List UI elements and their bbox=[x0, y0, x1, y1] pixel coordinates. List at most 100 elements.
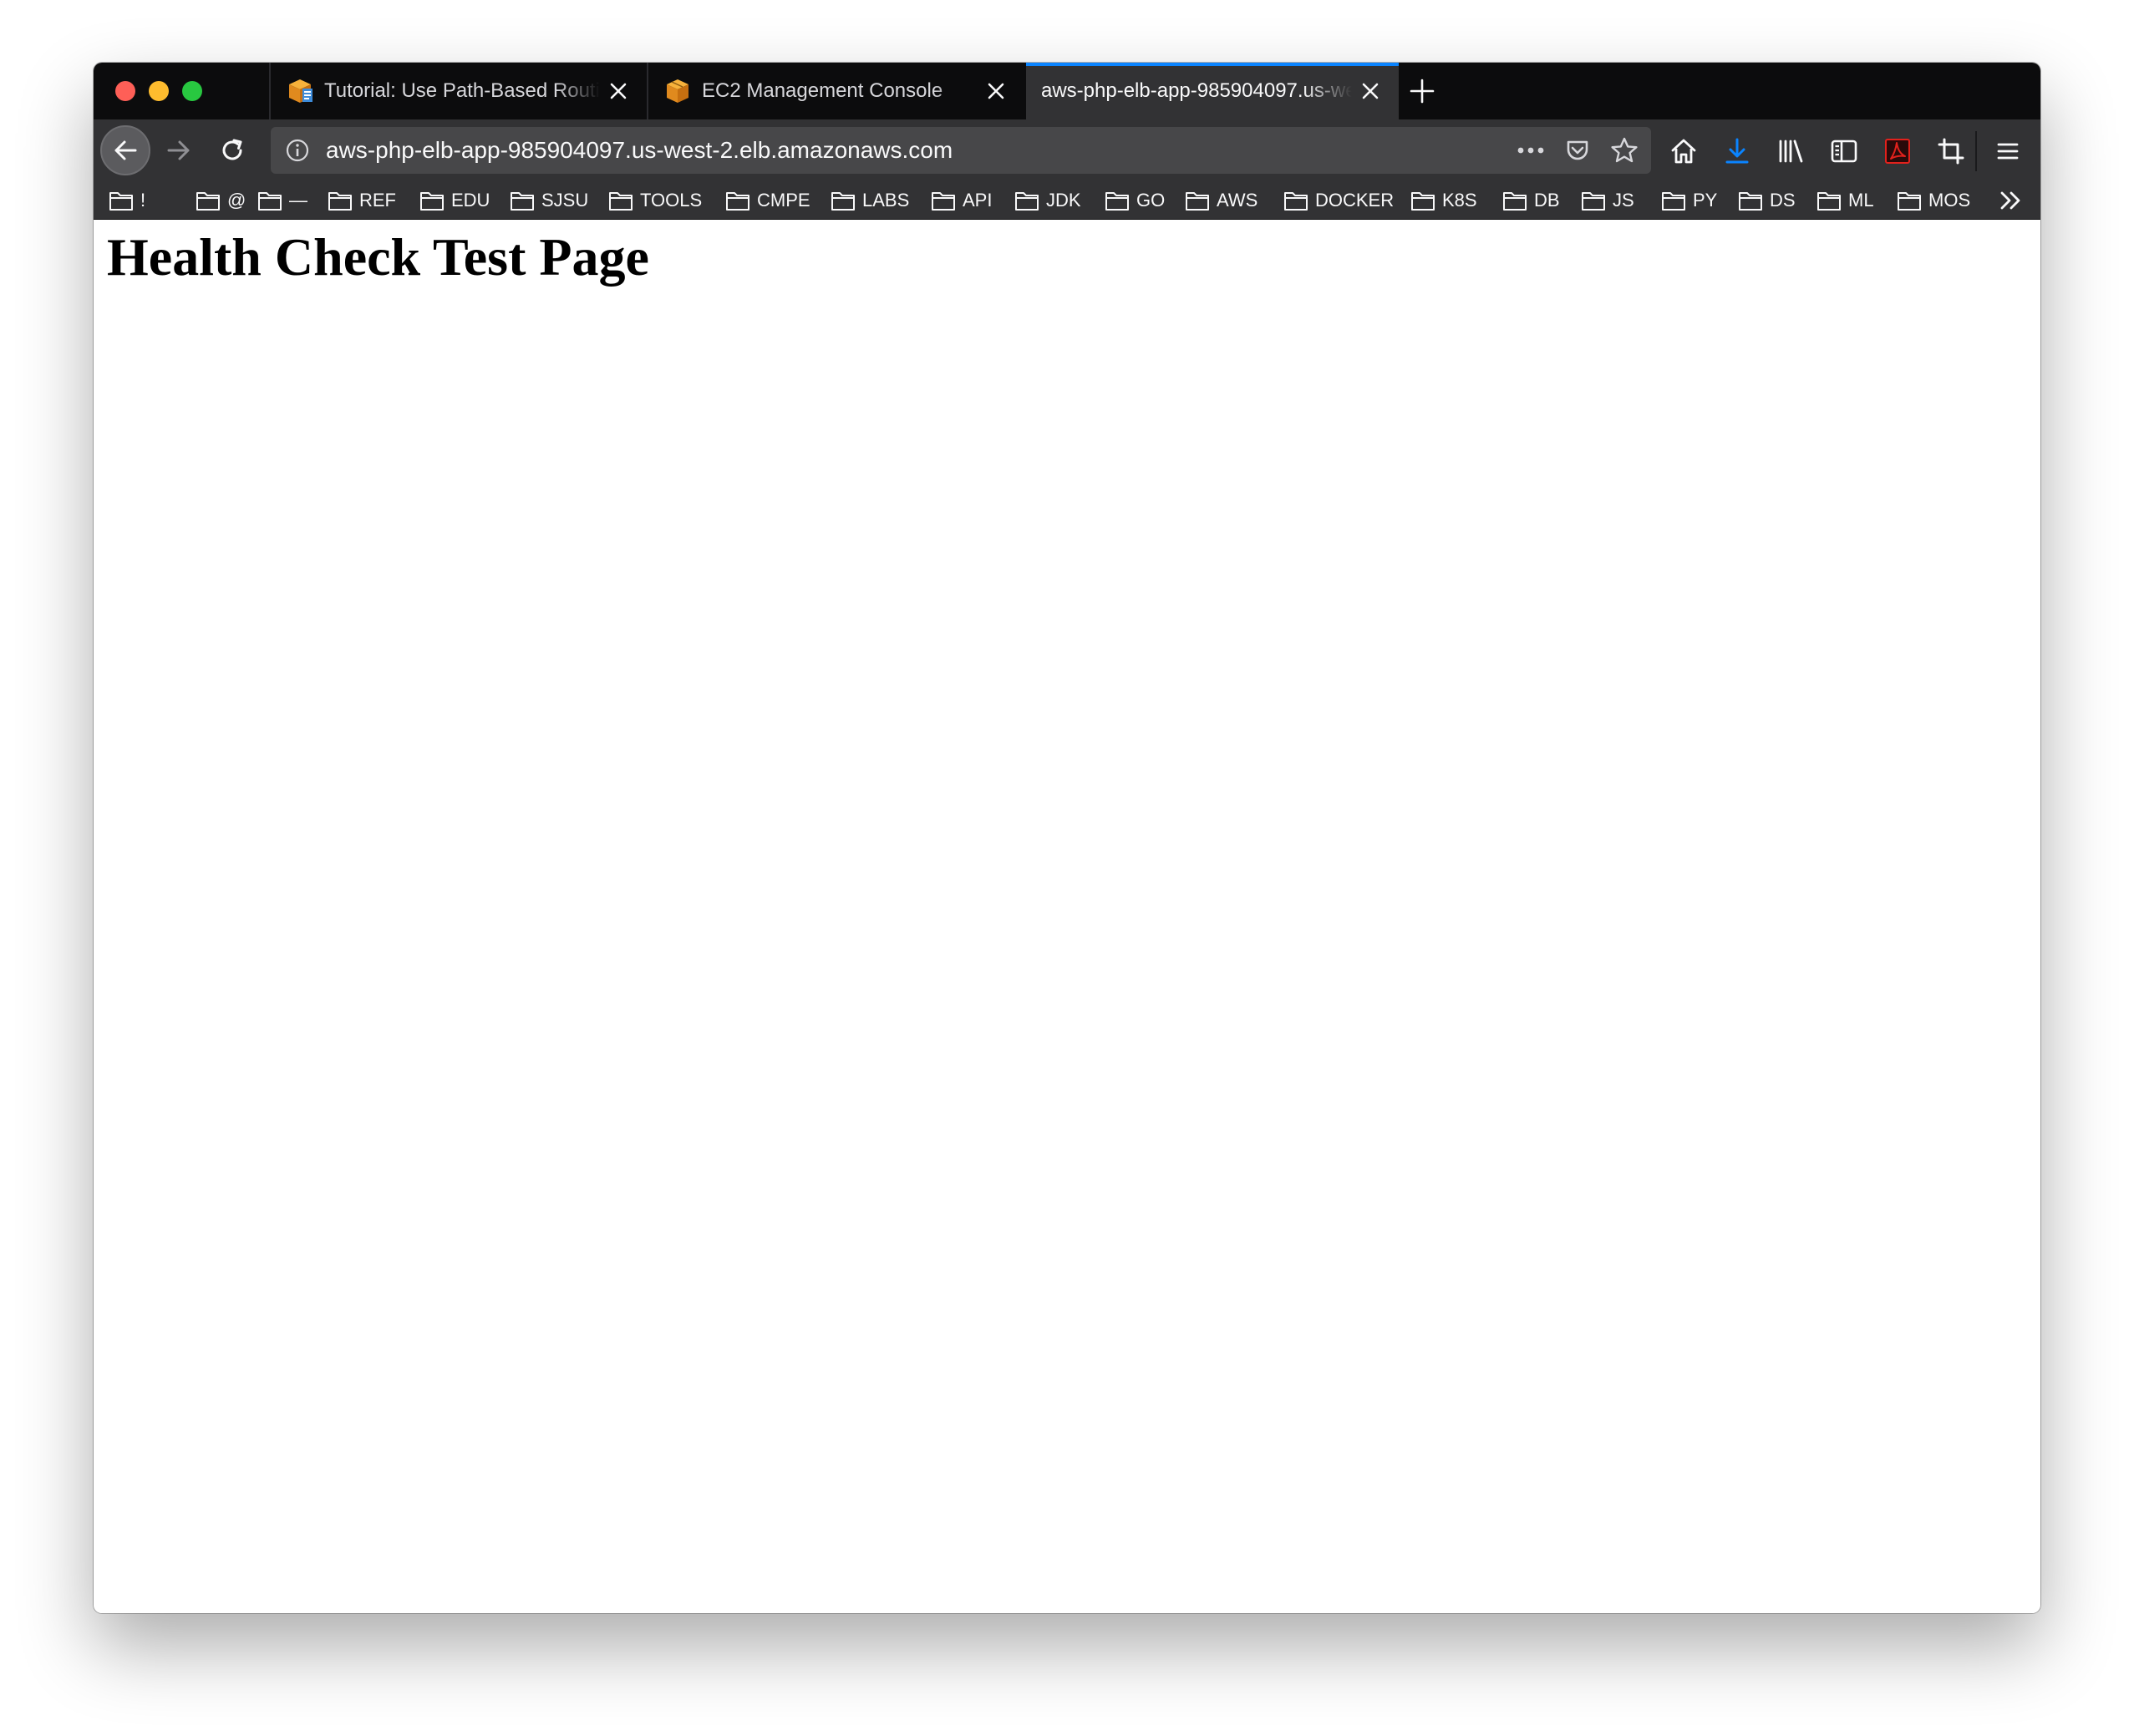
navigation-toolbar: aws-php-elb-app-985904097.us-west-2.elb.… bbox=[94, 119, 2040, 181]
more-dots-icon bbox=[1517, 147, 1544, 154]
minimize-window-button[interactable] bbox=[149, 81, 169, 101]
tab-title: aws-php-elb-app-985904097.us-west-2.elb.… bbox=[1041, 79, 1352, 102]
close-icon bbox=[1362, 83, 1379, 99]
address-bar[interactable]: aws-php-elb-app-985904097.us-west-2.elb.… bbox=[271, 127, 1651, 174]
close-window-button[interactable] bbox=[115, 81, 135, 101]
bookmark-folder[interactable]: LABS bbox=[831, 186, 909, 215]
aws-cube-icon bbox=[667, 79, 688, 103]
close-tab-button[interactable] bbox=[1352, 73, 1389, 109]
zoom-window-button[interactable] bbox=[182, 81, 202, 101]
bookmark-folder-label: GO bbox=[1136, 190, 1166, 211]
bookmark-folder-label: EDU bbox=[451, 190, 490, 211]
tab-tutorial[interactable]: Tutorial: Use Path-Based Routing with Yo… bbox=[269, 63, 647, 119]
sidebar-icon bbox=[1831, 140, 1857, 163]
folder-icon bbox=[1817, 192, 1841, 211]
star-icon bbox=[1611, 137, 1638, 163]
bookmark-folder-label: DB bbox=[1534, 190, 1560, 211]
bookmark-folder-label: DS bbox=[1770, 190, 1796, 211]
url-text[interactable]: aws-php-elb-app-985904097.us-west-2.elb.… bbox=[326, 137, 1511, 164]
bookmark-folder[interactable]: JS bbox=[1581, 186, 1634, 215]
folder-icon bbox=[831, 192, 855, 211]
bookmark-folder[interactable]: GO bbox=[1105, 186, 1165, 215]
home-icon bbox=[1671, 139, 1696, 164]
bookmark-folder-label: ! bbox=[140, 190, 146, 211]
home-button[interactable] bbox=[1664, 132, 1703, 170]
bookmark-folder-label: DOCKER bbox=[1315, 190, 1395, 211]
library-button[interactable] bbox=[1771, 132, 1810, 170]
close-tab-button[interactable] bbox=[978, 73, 1014, 109]
folder-icon bbox=[932, 192, 955, 211]
bookmark-folder[interactable]: DB bbox=[1502, 186, 1560, 215]
folder-icon bbox=[609, 192, 633, 211]
forward-arrow-icon bbox=[167, 140, 190, 160]
folder-icon bbox=[420, 192, 444, 211]
bookmark-folder-label: LABS bbox=[862, 190, 910, 211]
bookmark-folder[interactable]: K8S bbox=[1410, 186, 1477, 215]
bookmark-folder[interactable]: PY bbox=[1661, 186, 1717, 215]
new-tab-button[interactable] bbox=[1405, 74, 1439, 108]
bookmark-folder-label: TOOLS bbox=[640, 190, 703, 211]
pocket-icon bbox=[1567, 140, 1588, 160]
folder-icon bbox=[196, 192, 220, 211]
forward-button[interactable] bbox=[160, 132, 197, 169]
folder-icon bbox=[1662, 192, 1685, 211]
crop-extension-button[interactable] bbox=[1932, 132, 1970, 170]
folder-icon bbox=[1015, 192, 1039, 211]
bookmark-folder[interactable]: JDK bbox=[1014, 186, 1081, 215]
page-actions-button[interactable] bbox=[1511, 130, 1551, 170]
bookmark-star-button[interactable] bbox=[1604, 130, 1644, 170]
tab-ec2-console[interactable]: EC2 Management Console bbox=[647, 63, 1024, 119]
main-menu-button[interactable] bbox=[1989, 132, 2027, 170]
bookmark-folder[interactable]: EDU bbox=[419, 186, 490, 215]
bookmark-folder[interactable]: — bbox=[257, 186, 307, 215]
folder-icon bbox=[1411, 192, 1435, 211]
folder-icon bbox=[1898, 192, 1921, 211]
tab-title: Tutorial: Use Path-Based Routing with Yo… bbox=[324, 79, 600, 102]
close-tab-button[interactable] bbox=[600, 73, 637, 109]
folder-icon bbox=[726, 192, 749, 211]
folder-icon bbox=[258, 192, 282, 211]
bookmark-folder-label: REF bbox=[359, 190, 396, 211]
folder-icon bbox=[1582, 192, 1605, 211]
bookmark-folder-label: ML bbox=[1848, 190, 1874, 211]
folder-icon bbox=[511, 192, 534, 211]
downloads-button[interactable] bbox=[1718, 132, 1756, 170]
bookmark-folder[interactable]: DS bbox=[1738, 186, 1796, 215]
bookmark-folder[interactable]: SJSU bbox=[510, 186, 588, 215]
hamburger-menu-icon bbox=[1997, 143, 2019, 160]
bookmark-folder[interactable]: DOCKER bbox=[1283, 186, 1394, 215]
bookmark-folder-label: MOS bbox=[1928, 190, 1971, 211]
tab-current[interactable]: aws-php-elb-app-985904097.us-west-2.elb.… bbox=[1026, 63, 1399, 119]
bookmark-folder[interactable]: CMPE bbox=[725, 186, 810, 215]
bookmark-folder-label: JDK bbox=[1046, 190, 1081, 211]
bookmark-folder[interactable]: TOOLS bbox=[608, 186, 702, 215]
close-icon bbox=[988, 83, 1004, 99]
pdf-icon bbox=[1885, 139, 1910, 164]
folder-icon bbox=[1739, 192, 1762, 211]
bookmark-folder[interactable]: REF bbox=[328, 186, 396, 215]
bookmark-folder-label: — bbox=[289, 190, 307, 211]
pocket-button[interactable] bbox=[1557, 130, 1598, 170]
bookmark-folder[interactable]: @ bbox=[196, 186, 246, 215]
bookmark-folder-label: JS bbox=[1613, 190, 1634, 211]
back-arrow-icon bbox=[114, 140, 137, 160]
bookmark-folder-label: API bbox=[963, 190, 993, 211]
bookmark-folder-label: CMPE bbox=[757, 190, 810, 211]
sidebar-toggle-button[interactable] bbox=[1825, 132, 1863, 170]
reload-icon bbox=[222, 139, 242, 160]
pdf-extension-button[interactable] bbox=[1878, 132, 1917, 170]
back-button[interactable] bbox=[100, 125, 150, 175]
download-icon bbox=[1725, 138, 1749, 164]
info-icon[interactable] bbox=[282, 135, 312, 165]
bookmark-folder[interactable]: ! bbox=[109, 186, 145, 215]
bookmark-folder[interactable]: AWS bbox=[1185, 186, 1258, 215]
bookmarks-overflow-button[interactable] bbox=[1992, 186, 2030, 215]
bookmarks-toolbar: ! @ — REF EDU SJSU TOOLS CMPE LABS API JDK GO AWS DOC… bbox=[94, 181, 2040, 220]
bookmark-folder[interactable]: ML bbox=[1816, 186, 1874, 215]
bookmark-folder[interactable]: API bbox=[931, 186, 992, 215]
folder-icon bbox=[1503, 192, 1527, 211]
browser-window: Tutorial: Use Path-Based Routing with Yo… bbox=[94, 63, 2040, 1613]
bookmark-folder[interactable]: MOS bbox=[1897, 186, 1970, 215]
library-icon bbox=[1779, 140, 1803, 163]
reload-button[interactable] bbox=[214, 132, 251, 169]
